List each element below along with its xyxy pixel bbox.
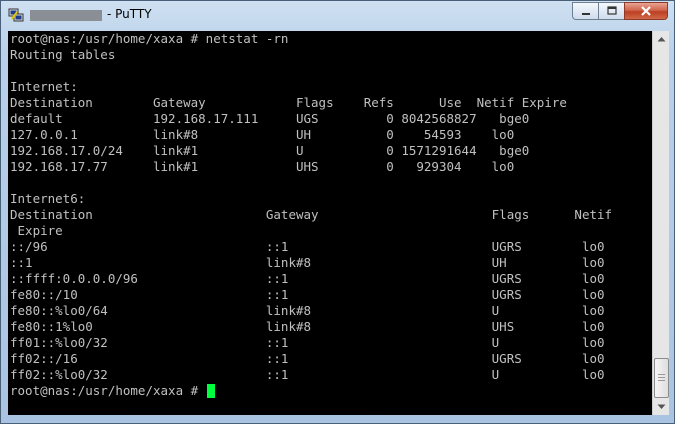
terminal-line: 127.0.0.1 link#8 UH 0 54593 lo0 bbox=[10, 127, 515, 142]
terminal-line: Expire bbox=[10, 223, 63, 238]
terminal-line: root@nas:/usr/home/xaxa # netstat -rn bbox=[10, 31, 289, 46]
prompt-line: root@nas:/usr/home/xaxa # bbox=[10, 383, 612, 399]
window-title: - PuTTY bbox=[107, 7, 152, 21]
scroll-up-arrow-icon bbox=[657, 37, 665, 42]
terminal-line: Destination Gateway Flags Netif bbox=[10, 207, 613, 222]
terminal-line: ff02::/16 ::1 UGRS lo0 bbox=[10, 351, 605, 366]
terminal-output[interactable]: root@nas:/usr/home/xaxa # netstat -rn Rou… bbox=[8, 31, 652, 415]
putty-icon[interactable] bbox=[8, 7, 24, 23]
terminal-line: fe80::/10 ::1 UGRS lo0 bbox=[10, 287, 605, 302]
maximize-icon bbox=[606, 6, 617, 15]
title-bar[interactable]: - PuTTY bbox=[1, 1, 674, 31]
thumb-grip-line bbox=[658, 380, 665, 381]
scroll-down-button[interactable] bbox=[653, 399, 669, 415]
terminal-line: 192.168.17.77 link#1 UHS 0 929304 lo0 bbox=[10, 159, 515, 174]
terminal-line: default 192.168.17.111 UGS 0 8042568827 … bbox=[10, 111, 530, 126]
close-button[interactable] bbox=[624, 2, 668, 20]
terminal-line: ff01::%lo0/32 ::1 U lo0 bbox=[10, 335, 605, 350]
vertical-scrollbar[interactable] bbox=[652, 31, 669, 415]
scroll-down-arrow-icon bbox=[657, 404, 665, 409]
terminal-line: ff02::%lo0/32 ::1 U lo0 bbox=[10, 367, 605, 382]
thumb-grip-line bbox=[658, 374, 665, 375]
scroll-thumb[interactable] bbox=[654, 358, 669, 398]
terminal-text: root@nas:/usr/home/xaxa # netstat -rn Rou… bbox=[10, 31, 612, 399]
putty-window: - PuTTY root@nas:/usr/home/xaxa # netsta… bbox=[0, 0, 675, 424]
shell-prompt: root@nas:/usr/home/xaxa # bbox=[10, 383, 206, 398]
terminal-line: ::1 link#8 UH lo0 bbox=[10, 255, 605, 270]
terminal-line: Routing tables bbox=[10, 47, 116, 62]
close-icon bbox=[641, 6, 651, 16]
terminal-line: fe80::1%lo0 link#8 UHS lo0 bbox=[10, 319, 605, 334]
maximize-button[interactable] bbox=[598, 2, 624, 20]
terminal-line: Destination Gateway Flags Refs Use Netif… bbox=[10, 95, 567, 110]
terminal-line: Internet: bbox=[10, 79, 78, 94]
scroll-up-button[interactable] bbox=[653, 31, 669, 47]
minimize-icon bbox=[581, 13, 590, 15]
thumb-grip-line bbox=[658, 377, 665, 378]
terminal-line: 192.168.17.0/24 link#1 U 0 1571291644 bg… bbox=[10, 143, 530, 158]
terminal-line: Internet6: bbox=[10, 191, 86, 206]
text-cursor bbox=[206, 384, 215, 398]
terminal-line: ::/96 ::1 UGRS lo0 bbox=[10, 239, 605, 254]
terminal-line: fe80::%lo0/64 link#8 U lo0 bbox=[10, 303, 605, 318]
terminal-line: ::ffff:0.0.0.0/96 ::1 UGRS lo0 bbox=[10, 271, 605, 286]
redacted-host-label bbox=[30, 10, 102, 21]
minimize-button[interactable] bbox=[572, 2, 598, 20]
window-controls bbox=[572, 2, 668, 21]
